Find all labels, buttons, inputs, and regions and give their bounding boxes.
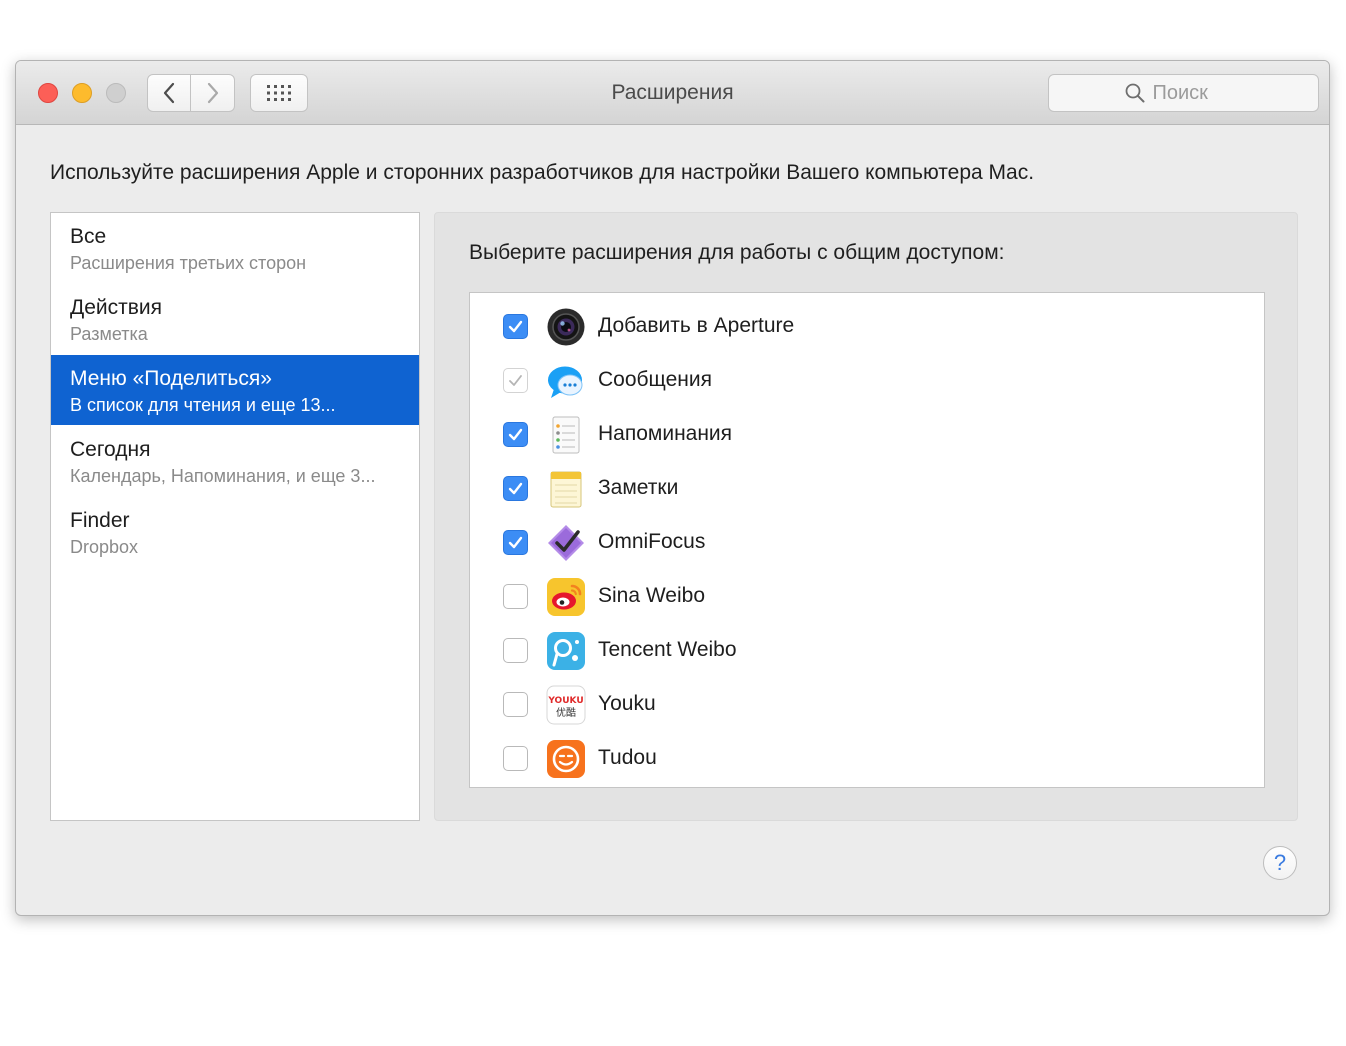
sidebar-item-today[interactable]: Сегодня Календарь, Напоминания, и еще 3.…	[51, 426, 419, 496]
extension-name: Tudou	[598, 746, 657, 769]
notes-icon	[550, 471, 582, 508]
sidebar-item-all[interactable]: Все Расширения третьих сторон	[51, 213, 419, 283]
sidebar-item-title: Все	[70, 225, 107, 248]
checkmark-icon	[509, 375, 522, 386]
extension-name: OmniFocus	[598, 530, 706, 553]
extension-row-reminders: Напоминания	[470, 408, 1264, 462]
page-description: Используйте расширения Apple и сторонних…	[50, 161, 1035, 184]
extension-row-tudou: Tudou	[470, 732, 1264, 786]
extensions-sidebar: Все Расширения третьих сторон Действия Р…	[50, 212, 420, 821]
omnifocus-icon	[548, 525, 584, 561]
extension-name: Sina Weibo	[598, 584, 706, 607]
sidebar-item-actions[interactable]: Действия Разметка	[51, 284, 419, 354]
extension-row-tencent-weibo: Tencent Weibo	[470, 624, 1264, 678]
extension-checkbox[interactable]	[503, 530, 528, 555]
preferences-window: Расширения Используйте расширения Apple …	[15, 60, 1330, 916]
extension-name: Сообщения	[598, 368, 712, 391]
sidebar-item-title: Меню «Поделиться»	[70, 367, 272, 390]
extensions-list: Добавить в Aperture Сообщения Напоминани…	[469, 292, 1265, 788]
extension-name: Tencent Weibo	[598, 638, 737, 661]
extension-name: Youku	[598, 692, 656, 715]
sidebar-item-share-menu[interactable]: Меню «Поделиться» В список для чтения и …	[51, 355, 419, 425]
search-input[interactable]	[1152, 81, 1243, 105]
checkmark-icon	[508, 428, 523, 441]
sidebar-item-subtitle: В список для чтения и еще 13...	[70, 395, 336, 415]
sidebar-item-title: Сегодня	[70, 438, 151, 461]
checkmark-icon	[508, 320, 523, 333]
tudou-icon	[547, 740, 585, 778]
youku-icon: YOUKU 优酷	[546, 685, 586, 725]
extension-row-notes: Заметки	[470, 462, 1264, 516]
messages-icon	[548, 366, 583, 398]
extension-row-omnifocus: OmniFocus	[470, 516, 1264, 570]
extensions-panel: Выберите расширения для работы с общим д…	[434, 212, 1298, 821]
svg-text:优酷: 优酷	[556, 706, 576, 719]
title-bar: Расширения	[16, 61, 1329, 125]
sidebar-item-finder[interactable]: Finder Dropbox	[51, 497, 419, 567]
extension-name: Добавить в Aperture	[598, 314, 795, 337]
aperture-icon	[547, 308, 585, 346]
help-button[interactable]: ?	[1263, 846, 1297, 880]
search-icon	[1125, 83, 1144, 103]
extension-checkbox	[503, 368, 528, 393]
sidebar-item-subtitle: Dropbox	[70, 537, 139, 557]
sidebar-item-subtitle: Календарь, Напоминания, и еще 3...	[70, 466, 376, 486]
extension-checkbox[interactable]	[503, 638, 528, 663]
checkmark-icon	[508, 536, 523, 549]
search-field[interactable]	[1048, 74, 1319, 112]
extension-name: Напоминания	[598, 422, 733, 445]
extension-checkbox[interactable]	[503, 422, 528, 447]
sina-weibo-icon	[547, 578, 585, 616]
extension-checkbox[interactable]	[503, 314, 528, 339]
extension-row-aperture: Добавить в Aperture	[470, 300, 1264, 354]
extension-row-messages: Сообщения	[470, 354, 1264, 408]
checkmark-icon	[508, 482, 523, 495]
svg-text:YOUKU: YOUKU	[547, 696, 583, 706]
extension-checkbox[interactable]	[503, 746, 528, 771]
extension-row-sina-weibo: Sina Weibo	[470, 570, 1264, 624]
extension-checkbox[interactable]	[503, 692, 528, 717]
sidebar-item-subtitle: Расширения третьих сторон	[70, 253, 307, 273]
panel-title: Выберите расширения для работы с общим д…	[469, 241, 1005, 264]
extension-name: Заметки	[598, 476, 679, 499]
extension-checkbox[interactable]	[503, 584, 528, 609]
extension-row-youku: YOUKU 优酷 Youku	[470, 678, 1264, 732]
sidebar-item-title: Finder	[70, 509, 130, 532]
extension-checkbox[interactable]	[503, 476, 528, 501]
reminders-icon	[552, 416, 580, 454]
tencent-weibo-icon	[547, 632, 585, 670]
sidebar-item-title: Действия	[70, 296, 163, 319]
sidebar-item-subtitle: Разметка	[70, 324, 148, 344]
